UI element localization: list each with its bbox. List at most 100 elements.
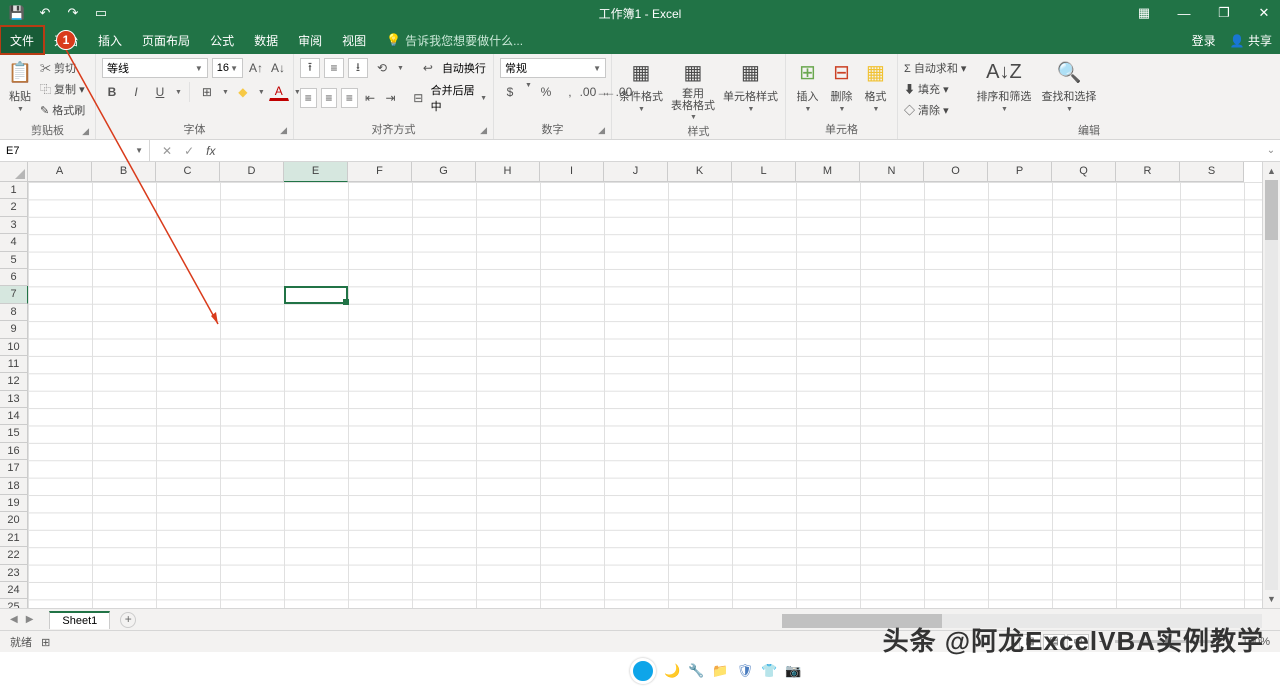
row-header-12[interactable]: 12 <box>0 373 28 390</box>
cancel-formula-icon[interactable]: ✕ <box>162 144 172 158</box>
column-header-N[interactable]: N <box>860 162 924 182</box>
column-header-I[interactable]: I <box>540 162 604 182</box>
underline-button[interactable]: U <box>150 82 170 102</box>
align-left-icon[interactable]: ≡ <box>300 88 317 108</box>
row-header-2[interactable]: 2 <box>0 199 28 216</box>
row-header-4[interactable]: 4 <box>0 234 28 251</box>
column-header-Q[interactable]: Q <box>1052 162 1116 182</box>
font-color-button[interactable]: A <box>269 83 289 101</box>
launcher-icon[interactable]: ◢ <box>480 125 487 136</box>
row-header-10[interactable]: 10 <box>0 339 28 356</box>
column-header-P[interactable]: P <box>988 162 1052 182</box>
grow-font-icon[interactable]: A↑ <box>247 58 265 78</box>
increase-indent-icon[interactable]: ⇥ <box>382 88 399 108</box>
redo-icon[interactable]: ↷ <box>66 6 80 20</box>
name-box[interactable]: E7▼ <box>0 140 150 161</box>
find-select-button[interactable]: 🔍查找和选择▼ <box>1041 58 1096 113</box>
align-top-icon[interactable]: ⭱ <box>300 58 320 78</box>
font-name-combo[interactable]: 等线▼ <box>102 58 208 78</box>
align-middle-icon[interactable]: ≡ <box>324 58 344 78</box>
merge-center-button[interactable]: 合并后居中 <box>431 82 475 114</box>
format-cells-button[interactable]: ▦格式▼ <box>862 58 890 113</box>
column-header-J[interactable]: J <box>604 162 668 182</box>
autosum-button[interactable]: Σ 自动求和 ▾ <box>904 58 966 78</box>
maximize-icon[interactable]: ❐ <box>1214 5 1234 21</box>
cell-styles-button[interactable]: ▦单元格样式▼ <box>723 58 778 113</box>
ribbon-options-icon[interactable]: ▦ <box>1134 5 1154 21</box>
launcher-icon[interactable]: ◢ <box>82 126 89 137</box>
row-header-3[interactable]: 3 <box>0 217 28 234</box>
row-header-16[interactable]: 16 <box>0 443 28 460</box>
column-header-A[interactable]: A <box>28 162 92 182</box>
column-header-G[interactable]: G <box>412 162 476 182</box>
column-header-S[interactable]: S <box>1180 162 1244 182</box>
wrap-text-button[interactable]: 自动换行 <box>442 60 486 76</box>
row-header-22[interactable]: 22 <box>0 547 28 564</box>
conditional-formatting-button[interactable]: ▦条件格式▼ <box>619 58 663 113</box>
close-icon[interactable]: ✕ <box>1254 5 1274 21</box>
cells-area[interactable] <box>28 182 1262 608</box>
tab-view[interactable]: 视图 <box>332 26 376 54</box>
column-header-M[interactable]: M <box>796 162 860 182</box>
column-header-C[interactable]: C <box>156 162 220 182</box>
add-sheet-button[interactable]: + <box>120 612 136 628</box>
row-header-13[interactable]: 13 <box>0 391 28 408</box>
formula-input[interactable] <box>227 140 1262 161</box>
column-header-F[interactable]: F <box>348 162 412 182</box>
signin-link[interactable]: 登录 <box>1192 32 1216 49</box>
tab-page-layout[interactable]: 页面布局 <box>132 26 200 54</box>
border-button[interactable]: ⊞ <box>197 82 217 102</box>
paste-button[interactable]: 📋 粘贴▼ <box>6 58 34 113</box>
row-header-15[interactable]: 15 <box>0 425 28 442</box>
tell-me[interactable]: 💡 告诉我您想要做什么... <box>386 32 523 49</box>
column-header-H[interactable]: H <box>476 162 540 182</box>
save-icon[interactable]: 💾 <box>10 6 24 20</box>
delete-cells-button[interactable]: ⊟删除▼ <box>828 58 856 113</box>
scroll-down-icon[interactable]: ▼ <box>1263 590 1280 608</box>
sheet-nav[interactable]: ◀▶ <box>0 614 43 625</box>
column-header-K[interactable]: K <box>668 162 732 182</box>
row-header-21[interactable]: 21 <box>0 530 28 547</box>
vertical-scrollbar[interactable]: ▲ ▼ <box>1262 162 1280 608</box>
row-header-24[interactable]: 24 <box>0 582 28 599</box>
column-header-D[interactable]: D <box>220 162 284 182</box>
orientation-icon[interactable]: ⟲ <box>372 58 392 78</box>
tab-insert[interactable]: 插入 <box>88 26 132 54</box>
row-header-20[interactable]: 20 <box>0 512 28 529</box>
align-center-icon[interactable]: ≡ <box>321 88 338 108</box>
column-header-R[interactable]: R <box>1116 162 1180 182</box>
column-header-L[interactable]: L <box>732 162 796 182</box>
italic-button[interactable]: I <box>126 82 146 102</box>
format-as-table-button[interactable]: ▦套用 表格格式▼ <box>671 58 715 121</box>
expand-formula-bar-icon[interactable]: ⌄ <box>1262 140 1280 161</box>
row-header-8[interactable]: 8 <box>0 304 28 321</box>
row-header-9[interactable]: 9 <box>0 321 28 338</box>
percent-icon[interactable]: % <box>536 82 556 102</box>
fill-button[interactable]: ⬇ 填充 ▾ <box>904 79 966 99</box>
worksheet-grid[interactable]: ABCDEFGHIJKLMNOPQRS 12345678910111213141… <box>0 162 1280 608</box>
column-header-O[interactable]: O <box>924 162 988 182</box>
undo-icon[interactable]: ↶ <box>38 6 52 20</box>
sort-filter-button[interactable]: A↓Z排序和筛选▼ <box>976 58 1031 113</box>
row-header-23[interactable]: 23 <box>0 565 28 582</box>
comma-icon[interactable]: , <box>560 82 580 102</box>
align-bottom-icon[interactable]: ⭳ <box>348 58 368 78</box>
row-header-6[interactable]: 6 <box>0 269 28 286</box>
font-size-combo[interactable]: 16▼ <box>212 58 243 78</box>
tab-data[interactable]: 数据 <box>244 26 288 54</box>
vscroll-thumb[interactable] <box>1265 180 1278 240</box>
row-header-17[interactable]: 17 <box>0 460 28 477</box>
launcher-icon[interactable]: ◢ <box>280 125 287 136</box>
row-header-5[interactable]: 5 <box>0 252 28 269</box>
minimize-icon[interactable]: — <box>1174 6 1194 21</box>
insert-cells-button[interactable]: ⊞插入▼ <box>794 58 822 113</box>
tab-review[interactable]: 审阅 <box>288 26 332 54</box>
column-header-E[interactable]: E <box>284 162 348 182</box>
cut-button[interactable]: ✂ 剪切 <box>40 58 85 78</box>
tab-formulas[interactable]: 公式 <box>200 26 244 54</box>
confirm-formula-icon[interactable]: ✓ <box>184 144 194 158</box>
scroll-up-icon[interactable]: ▲ <box>1263 162 1280 180</box>
clear-button[interactable]: ◇ 清除 ▾ <box>904 100 966 120</box>
tab-file[interactable]: 文件 <box>0 26 44 54</box>
launcher-icon[interactable]: ◢ <box>598 125 605 136</box>
